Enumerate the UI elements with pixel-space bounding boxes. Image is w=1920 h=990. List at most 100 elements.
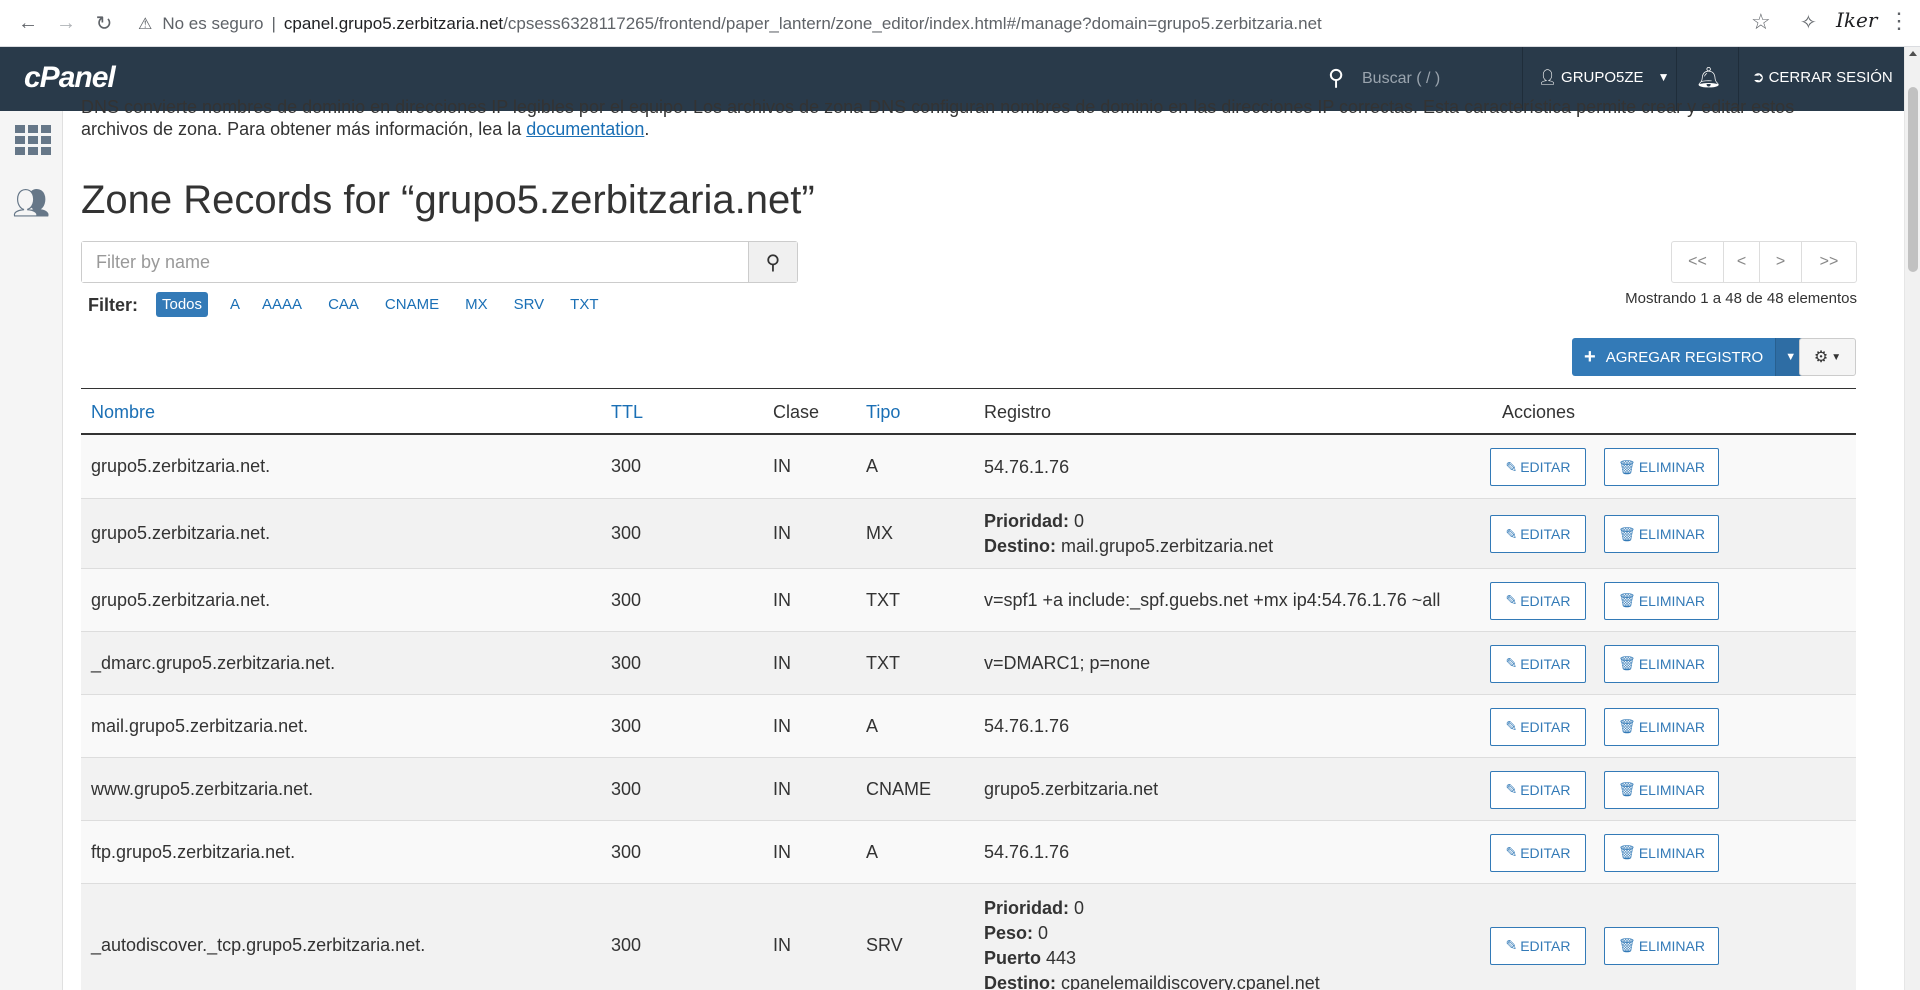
- prev-page-button[interactable]: <: [1724, 242, 1760, 282]
- search-icon: ⚲: [765, 251, 781, 274]
- record-field-value: 54.76.1.76: [984, 842, 1070, 862]
- delete-button-label: ELIMINAR: [1638, 592, 1705, 609]
- record-field-value: v=spf1 +a include:_spf.guebs.net +mx ip4…: [984, 590, 1441, 610]
- record-field-value: v=DMARC1; p=none: [984, 653, 1151, 673]
- delete-button[interactable]: 🗑︎ ELIMINAR: [1604, 581, 1719, 620]
- filter-type-srv[interactable]: SRV: [514, 292, 545, 317]
- scroll-thumb[interactable]: [1908, 87, 1918, 272]
- apps-grid-icon[interactable]: [15, 125, 51, 155]
- header-tipo[interactable]: Tipo: [866, 402, 900, 423]
- table-row: _dmarc.grupo5.zerbitzaria.net. 300 IN TXT v=…: [81, 632, 1856, 695]
- browser-menu-icon[interactable]: ⋮: [1888, 8, 1910, 34]
- extensions-puzzle-icon[interactable]: ✧: [1800, 10, 1817, 35]
- record-field-value: cpanelemaildiscovery.cpanel.net: [1056, 972, 1320, 990]
- address-bar[interactable]: ⚠ No es seguro | cpanel.grupo5.zerbitzar…: [138, 9, 1322, 39]
- reload-icon[interactable]: ↻: [88, 7, 120, 39]
- delete-button[interactable]: 🗑︎ ELIMINAR: [1604, 707, 1719, 746]
- delete-button-label: ELIMINAR: [1638, 937, 1705, 954]
- record-value: 54.76.1.76: [984, 455, 1069, 480]
- filter-type-aaaa[interactable]: AAAA: [262, 292, 302, 317]
- add-record-button-group: + AGREGAR REGISTRO ▼: [1572, 338, 1806, 376]
- showing-count: Mostrando 1 a 48 de 48 elementos: [1625, 290, 1857, 307]
- record-value-line: Destino: cpanelemaildiscovery.cpanel.net: [984, 971, 1320, 990]
- filter-type-todos[interactable]: Todos: [156, 292, 209, 317]
- edit-button-label: EDITAR: [1520, 844, 1571, 861]
- edit-button-label: EDITAR: [1520, 937, 1571, 954]
- back-arrow-icon[interactable]: ←: [12, 7, 44, 39]
- record-type: TXT: [866, 652, 900, 673]
- filter-type-caa[interactable]: CAA: [328, 292, 359, 317]
- record-field-label: Destino:: [984, 536, 1056, 556]
- notifications-bell-icon[interactable]: 🔔︎: [1696, 65, 1721, 90]
- users-icon[interactable]: 👥︎: [12, 186, 50, 221]
- record-value: 54.76.1.76: [984, 714, 1069, 739]
- header-acciones: Acciones: [1502, 402, 1576, 422]
- table-body: grupo5.zerbitzaria.net. 300 IN A 54.76.1.76 ✎…: [81, 435, 1856, 990]
- next-page-button[interactable]: >: [1760, 242, 1802, 282]
- edit-button[interactable]: ✎ EDITAR: [1490, 448, 1586, 486]
- header-registro: Registro: [984, 402, 1052, 422]
- record-field-value: 443: [1041, 947, 1077, 968]
- record-ttl: 300: [611, 523, 642, 543]
- delete-button[interactable]: 🗑︎ ELIMINAR: [1604, 644, 1719, 683]
- edit-button[interactable]: ✎ EDITAR: [1490, 707, 1586, 746]
- profile-avatar[interactable]: Iker: [1836, 8, 1877, 32]
- record-class: IN: [773, 778, 791, 799]
- last-page-button[interactable]: >>: [1802, 242, 1856, 282]
- caret-down-icon: ▼: [1785, 351, 1797, 363]
- warning-icon: ⚠: [138, 16, 153, 33]
- user-menu[interactable]: 👤︎ GRUPO5ZE ▼: [1538, 68, 1669, 87]
- header-nombre[interactable]: Nombre: [91, 402, 155, 423]
- filter-type-cname[interactable]: CNAME: [385, 292, 439, 317]
- documentation-link[interactable]: documentation: [526, 119, 644, 139]
- header-search-input[interactable]: [1362, 65, 1512, 93]
- table-row: _autodiscover._tcp.grupo5.zerbitzaria.ne…: [81, 884, 1856, 990]
- record-value-line: 54.76.1.76: [984, 714, 1069, 739]
- edit-button-label: EDITAR: [1520, 781, 1571, 798]
- forward-arrow-icon[interactable]: →: [50, 7, 82, 39]
- add-record-button[interactable]: + AGREGAR REGISTRO: [1572, 338, 1776, 376]
- settings-dropdown-button[interactable]: ⚙ ▼: [1799, 338, 1856, 376]
- trash-icon: 🗑︎: [1618, 844, 1636, 860]
- delete-button[interactable]: 🗑︎ ELIMINAR: [1604, 926, 1719, 965]
- filter-name-input[interactable]: [82, 242, 748, 282]
- header-clase: Clase: [773, 402, 820, 422]
- delete-button[interactable]: 🗑︎ ELIMINAR: [1604, 448, 1719, 486]
- profile-text: Iker: [1836, 8, 1878, 32]
- delete-button[interactable]: 🗑︎ ELIMINAR: [1604, 833, 1719, 872]
- filter-type-a[interactable]: A: [230, 292, 240, 317]
- edit-button[interactable]: ✎ EDITAR: [1490, 926, 1586, 965]
- intro-end: .: [644, 119, 650, 139]
- bookmark-star-icon[interactable]: ☆: [1751, 9, 1771, 35]
- record-class: IN: [773, 523, 791, 543]
- record-value-line: 54.76.1.76: [984, 840, 1069, 865]
- delete-button[interactable]: 🗑︎ ELIMINAR: [1604, 515, 1719, 553]
- record-name: grupo5.zerbitzaria.net.: [91, 523, 271, 543]
- caret-down-icon: ▼: [1831, 351, 1842, 363]
- pagination: << < > >>: [1671, 241, 1857, 283]
- header-ttl[interactable]: TTL: [611, 402, 643, 423]
- filter-label: Filter:: [88, 295, 139, 315]
- filter-search-button[interactable]: ⚲: [748, 242, 797, 282]
- edit-button[interactable]: ✎ EDITAR: [1490, 644, 1586, 683]
- pencil-icon: ✎: [1505, 718, 1518, 734]
- url-separator: |: [271, 14, 276, 33]
- edit-button[interactable]: ✎ EDITAR: [1490, 515, 1586, 553]
- filter-type-txt[interactable]: TXT: [570, 292, 598, 317]
- zone-records-table: Nombre TTL Clase Tipo Registro Acciones …: [81, 388, 1856, 990]
- page-scrollbar[interactable]: [1904, 47, 1920, 990]
- delete-button-label: ELIMINAR: [1638, 459, 1705, 475]
- record-class: IN: [773, 589, 791, 610]
- intro-text: DNS convierte nombres de dominio en dire…: [81, 96, 1821, 140]
- intro-line-2: archivos de zona. Para obtener más infor…: [81, 119, 527, 139]
- logout-button[interactable]: ➲ CERRAR SESIÓN: [1752, 68, 1893, 87]
- edit-button[interactable]: ✎ EDITAR: [1490, 770, 1586, 809]
- pencil-icon: ✎: [1505, 525, 1518, 542]
- delete-button[interactable]: 🗑︎ ELIMINAR: [1604, 770, 1719, 809]
- cpanel-logo[interactable]: cPanel: [24, 61, 116, 95]
- scroll-up-arrow-icon[interactable]: [1909, 51, 1917, 56]
- edit-button[interactable]: ✎ EDITAR: [1490, 581, 1586, 620]
- edit-button[interactable]: ✎ EDITAR: [1490, 833, 1586, 872]
- first-page-button[interactable]: <<: [1672, 242, 1724, 282]
- filter-type-mx[interactable]: MX: [465, 292, 488, 317]
